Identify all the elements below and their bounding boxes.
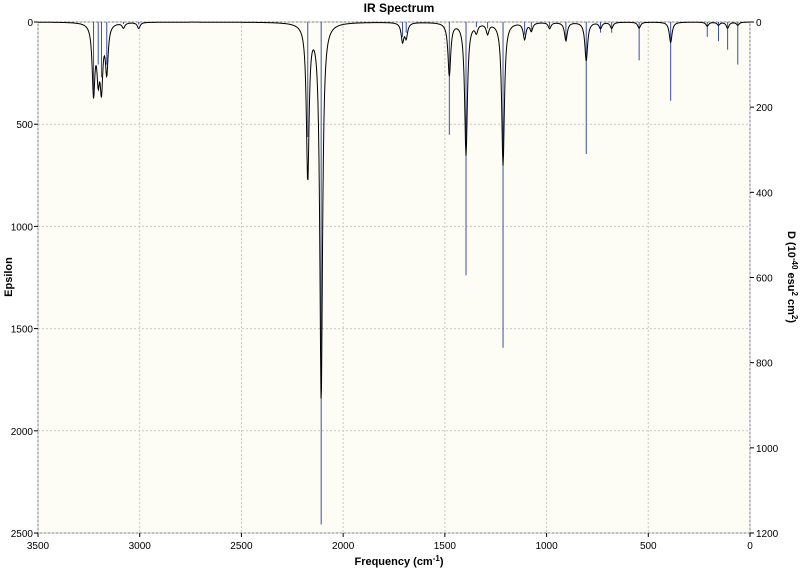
x-tick-label: 3000 <box>129 541 152 552</box>
plot-background <box>37 21 751 534</box>
right-axis-title-suffix: ) <box>785 319 797 323</box>
left-tick-label: 0 <box>27 18 33 29</box>
x-tick-label: 2000 <box>332 541 355 552</box>
x-axis-title: Frequency (cm-1) <box>354 554 443 568</box>
right-axis-title-mid: esu <box>785 269 797 291</box>
left-tick-label: 1500 <box>11 325 34 336</box>
right-tick-label: 400 <box>756 188 773 199</box>
ir-spectrum-chart: 3500 3000 2500 2000 1500 1000 500 0 05001000150… <box>3 1 799 568</box>
x-tick-label: 0 <box>747 541 753 552</box>
left-tick-label: 1000 <box>11 222 34 233</box>
right-axis-title-prefix: D (10 <box>785 231 797 258</box>
right-axis-title-mid2: cm <box>785 296 797 315</box>
right-tick-label: 1200 <box>756 529 779 540</box>
right-tick-label: 800 <box>756 359 773 370</box>
right-tick-label: 0 <box>756 18 762 29</box>
left-tick-label: 2500 <box>11 529 34 540</box>
right-axis-title-sup1: -40 <box>790 258 799 270</box>
x-tick-label: 500 <box>640 541 657 552</box>
left-tick-label: 500 <box>16 120 33 131</box>
x-tick-label: 1500 <box>434 541 457 552</box>
x-axis-ticks: 3500 3000 2500 2000 1500 1000 500 0 <box>27 533 753 552</box>
right-tick-label: 1000 <box>756 444 779 455</box>
x-axis-title-text: Frequency (cm <box>354 556 432 568</box>
right-axis-title: D (10-40 esu2 cm2) <box>785 231 799 323</box>
x-tick-label: 3500 <box>27 541 50 552</box>
right-tick-label: 200 <box>756 103 773 114</box>
chart-title: IR Spectrum <box>364 1 435 15</box>
left-tick-label: 2000 <box>11 427 34 438</box>
right-axis-ticks: 0 200 400 600 800 1000 1200 <box>750 18 779 540</box>
left-axis-title: Epsilon <box>3 257 15 297</box>
right-tick-label: 600 <box>756 274 773 285</box>
x-tick-label: 1000 <box>535 541 558 552</box>
x-axis-title-end: ) <box>440 556 444 568</box>
x-tick-label: 2500 <box>230 541 253 552</box>
